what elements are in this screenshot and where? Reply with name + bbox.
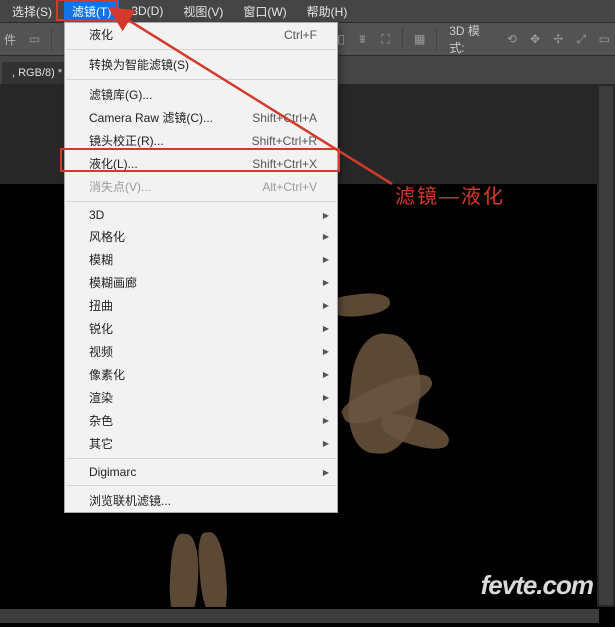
- menu-item[interactable]: 液化(L)... Shift+Ctrl+X: [65, 152, 337, 175]
- menu-item-label: 杂色: [89, 412, 113, 429]
- menu-item-label: Camera Raw 滤镜(C)...: [89, 109, 213, 126]
- menu-item-shortcut: Shift+Ctrl+R: [252, 134, 317, 148]
- menu-item-label: 液化: [89, 26, 113, 43]
- menu-item[interactable]: 模糊: [65, 248, 337, 271]
- menu-item-label: 转换为智能滤镜(S): [89, 56, 189, 73]
- menu-filter[interactable]: 滤镜(T): [64, 0, 119, 23]
- menu-item-label: 液化(L)...: [89, 155, 138, 172]
- menu-item[interactable]: 视频: [65, 340, 337, 363]
- menu-view[interactable]: 视图(V): [175, 0, 231, 23]
- menu-item[interactable]: Camera Raw 滤镜(C)... Shift+Ctrl+A: [65, 106, 337, 129]
- menu-item[interactable]: 其它: [65, 432, 337, 455]
- menu-item-label: 渲染: [89, 389, 113, 406]
- menu-item-label: 模糊: [89, 251, 113, 268]
- scale-icon[interactable]: ⤢: [571, 28, 592, 50]
- menu-bar: 选择(S) 滤镜(T) 3D(D) 视图(V) 窗口(W) 帮助(H): [0, 0, 615, 22]
- menu-item-shortcut: Ctrl+F: [284, 28, 317, 42]
- menu-item[interactable]: 锐化: [65, 317, 337, 340]
- menu-item[interactable]: Digimarc: [65, 462, 337, 482]
- menu-item[interactable]: 扭曲: [65, 294, 337, 317]
- menu-item[interactable]: 浏览联机滤镜...: [65, 489, 337, 512]
- menu-item: 消失点(V)... Alt+Ctrl+V: [65, 175, 337, 198]
- menu-item-shortcut: Shift+Ctrl+A: [252, 111, 317, 125]
- menu-item-label: Digimarc: [89, 465, 136, 479]
- menu-item-label: 视频: [89, 343, 113, 360]
- menu-item-shortcut: Shift+Ctrl+X: [252, 157, 317, 171]
- menu-item[interactable]: 像素化: [65, 363, 337, 386]
- menu-item[interactable]: 滤镜库(G)...: [65, 83, 337, 106]
- menu-3d[interactable]: 3D(D): [123, 1, 171, 21]
- menu-item-label: 扭曲: [89, 297, 113, 314]
- menu-item-label: 浏览联机滤镜...: [89, 492, 171, 509]
- move-icon[interactable]: ✢: [548, 28, 569, 50]
- orbit-icon[interactable]: ⟲: [501, 28, 522, 50]
- menu-item[interactable]: 渲染: [65, 386, 337, 409]
- menu-item-label: 镜头校正(R)...: [89, 132, 164, 149]
- menu-window[interactable]: 窗口(W): [235, 0, 294, 23]
- toolbar-icon[interactable]: ▦: [409, 28, 430, 50]
- menu-item-label: 其它: [89, 435, 113, 452]
- menu-item-label: 消失点(V)...: [89, 178, 151, 195]
- pan-icon[interactable]: ✥: [524, 28, 545, 50]
- menu-item-label: 滤镜库(G)...: [89, 86, 152, 103]
- toolbar-icon[interactable]: ⩩: [352, 28, 373, 50]
- menu-item-label: 3D: [89, 208, 104, 222]
- toolbar-icon[interactable]: ⛶: [375, 28, 396, 50]
- menu-item[interactable]: 镜头校正(R)... Shift+Ctrl+R: [65, 129, 337, 152]
- menu-item[interactable]: 3D: [65, 205, 337, 225]
- scrollbar-horizontal[interactable]: [0, 609, 599, 623]
- menu-item-label: 风格化: [89, 228, 125, 245]
- toolbar-left-text: 件: [4, 31, 16, 48]
- filter-dropdown: 液化 Ctrl+F 转换为智能滤镜(S) 滤镜库(G)... Camera Raw 滤镜…: [64, 22, 338, 513]
- menu-item[interactable]: 液化 Ctrl+F: [65, 23, 337, 46]
- menu-item[interactable]: 转换为智能滤镜(S): [65, 53, 337, 76]
- menu-item[interactable]: 杂色: [65, 409, 337, 432]
- menu-item[interactable]: 模糊画廊: [65, 271, 337, 294]
- menu-item-label: 模糊画廊: [89, 274, 137, 291]
- menu-item[interactable]: 风格化: [65, 225, 337, 248]
- menu-select[interactable]: 选择(S): [4, 0, 60, 23]
- menu-item-label: 锐化: [89, 320, 113, 337]
- watermark: fevte.com: [481, 570, 593, 601]
- scrollbar-vertical[interactable]: [599, 86, 613, 605]
- menu-item-shortcut: Alt+Ctrl+V: [262, 180, 317, 194]
- menu-item-label: 像素化: [89, 366, 125, 383]
- annotation-text: 滤镜—液化: [395, 180, 505, 209]
- 3d-mode-label: 3D 模式:: [449, 22, 493, 56]
- toolbar-icon[interactable]: ▭: [24, 28, 45, 50]
- tool-icon[interactable]: ▭: [594, 28, 615, 50]
- document-tab[interactable]: , RGB/8) *: [2, 62, 72, 84]
- menu-help[interactable]: 帮助(H): [299, 0, 356, 23]
